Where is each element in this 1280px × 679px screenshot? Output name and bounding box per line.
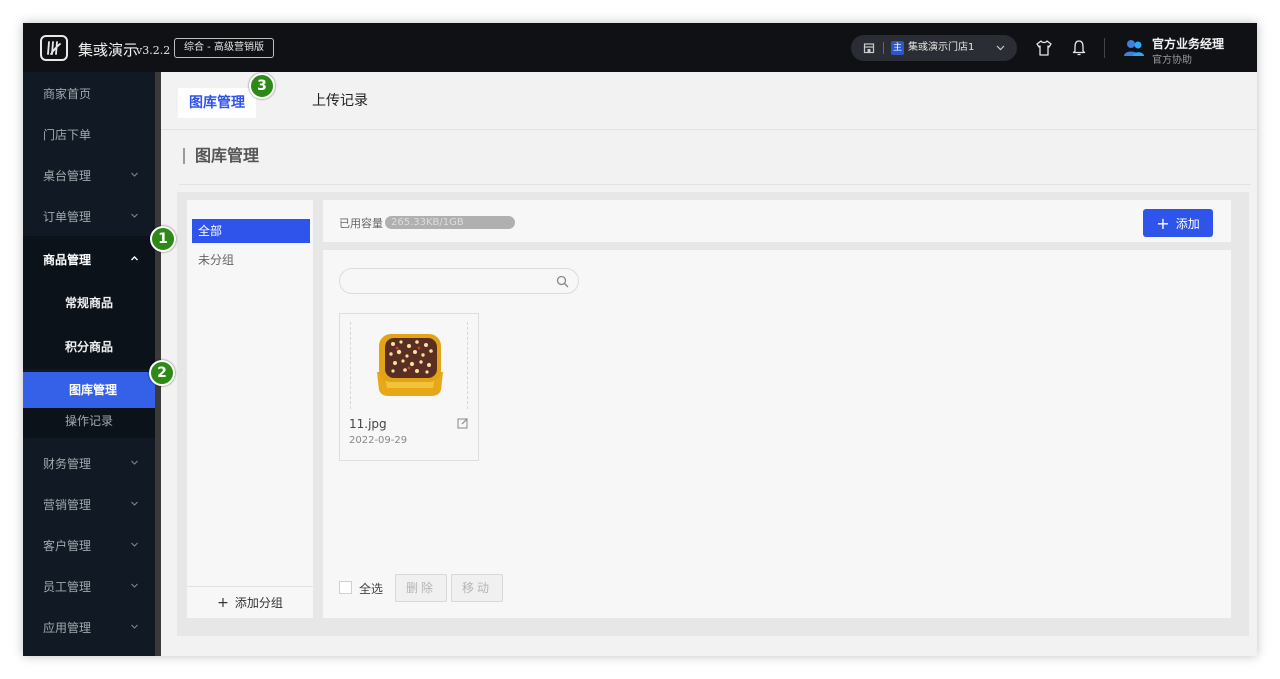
tab-upload-records[interactable]: 上传记录 xyxy=(312,72,368,130)
chevron-down-icon xyxy=(131,624,138,629)
add-image-button[interactable]: + 添加 xyxy=(1143,209,1213,237)
bell-icon[interactable] xyxy=(1070,39,1088,57)
brand-name: 集彧演示 xyxy=(78,41,139,59)
search-input[interactable] xyxy=(339,268,579,294)
plus-icon: + xyxy=(1156,214,1170,233)
group-list: 全部 未分组 + 添加分组 xyxy=(187,200,313,618)
sidebar-item-store-order[interactable]: 门店下单 xyxy=(23,113,155,154)
sidebar-item-label: 客户管理 xyxy=(43,539,92,553)
store-divider xyxy=(883,42,884,54)
select-all-label[interactable]: 全选 xyxy=(359,580,383,597)
user-role: 官方协助 xyxy=(1152,55,1192,66)
move-button[interactable]: 移动 xyxy=(451,574,503,602)
sidebar-item-products[interactable]: 商品管理 xyxy=(23,236,155,281)
image-date: 2022-09-29 xyxy=(349,435,408,446)
callout-badge-3: 3 xyxy=(249,73,275,99)
tshirt-icon[interactable] xyxy=(1035,39,1053,57)
delete-button[interactable]: 删除 xyxy=(395,574,447,602)
sidebar-sub-gallery[interactable]: 图库管理 xyxy=(23,372,163,408)
sidebar-item-finance[interactable]: 财务管理 xyxy=(23,442,155,483)
cake-image xyxy=(377,334,443,396)
capacity-value: 265.33KB/1GB xyxy=(391,217,464,228)
chevron-down-icon xyxy=(131,460,138,465)
add-group-label: 添加分组 xyxy=(234,596,283,610)
sidebar-sub-points-products[interactable]: 积分商品 xyxy=(23,325,155,369)
title-divider xyxy=(179,184,1251,185)
sidebar-item-label: 财务管理 xyxy=(43,457,92,471)
select-all-checkbox[interactable] xyxy=(339,581,352,594)
user-group-icon xyxy=(1124,40,1144,56)
callout-badge-2: 2 xyxy=(149,360,175,386)
sidebar-item-orders[interactable]: 订单管理 xyxy=(23,195,155,236)
page-title: 图库管理 xyxy=(183,148,259,164)
capacity-progress: 265.33KB/1GB xyxy=(385,216,515,229)
add-image-label: 添加 xyxy=(1175,217,1200,231)
sidebar-item-label: 商品管理 xyxy=(43,253,92,267)
store-selector[interactable]: 主 集彧演示门店1 xyxy=(851,35,1017,61)
topbar-divider xyxy=(1104,38,1105,58)
callout-badge-1: 1 xyxy=(150,226,176,252)
store-main-badge: 主 xyxy=(891,41,904,55)
app-window: 集彧演示 v3.2.2 综合 - 高级营销版 主 集彧演示门店1 官方业务经理 … xyxy=(23,23,1257,656)
sidebar-item-label: 门店下单 xyxy=(43,128,92,142)
logo-icon xyxy=(40,35,68,61)
chevron-up-icon xyxy=(131,256,138,261)
chevron-down-icon xyxy=(131,542,138,547)
add-group-button[interactable]: + 添加分组 xyxy=(187,586,313,618)
gallery-panel: 全部 未分组 + 添加分组 已用容量 265.33KB/1GB + 添加 11.… xyxy=(177,192,1249,636)
chevron-down-icon xyxy=(131,501,138,506)
capacity-label: 已用容量 xyxy=(339,217,383,230)
chevron-down-icon xyxy=(996,45,1005,51)
sidebar-item-home[interactable]: 商家首页 xyxy=(23,72,155,113)
tab-gallery[interactable]: 图库管理 xyxy=(178,88,256,118)
image-card[interactable]: 11.jpg 2022-09-29 xyxy=(339,313,479,461)
sidebar-item-label: 商家首页 xyxy=(43,87,92,101)
sidebar-item-customers[interactable]: 客户管理 xyxy=(23,524,155,565)
edition-badge[interactable]: 综合 - 高级营销版 xyxy=(174,38,274,58)
image-filename: 11.jpg xyxy=(349,417,387,431)
sidebar-sub-operation-log[interactable]: 操作记录 xyxy=(23,408,155,438)
sidebar-item-label: 桌台管理 xyxy=(43,169,92,183)
group-all[interactable]: 全部 xyxy=(192,219,310,243)
main-content: 图库管理 上传记录 图库管理 全部 未分组 + 添加分组 已用容量 265.33K… xyxy=(161,72,1257,656)
plus-icon: + xyxy=(217,595,229,611)
version-label: v3.2.2 xyxy=(136,44,171,57)
sidebar-item-staff[interactable]: 员工管理 xyxy=(23,565,155,606)
image-gallery: 11.jpg 2022-09-29 全选 删除 移动 xyxy=(323,250,1231,618)
sidebar-item-label: 员工管理 xyxy=(43,580,92,594)
sidebar-sub-regular-products[interactable]: 常规商品 xyxy=(23,281,155,325)
sidebar-item-label: 应用管理 xyxy=(43,621,92,635)
sidebar-item-marketing[interactable]: 营销管理 xyxy=(23,483,155,524)
group-ungrouped[interactable]: 未分组 xyxy=(192,248,310,272)
sidebar-item-label: 营销管理 xyxy=(43,498,92,512)
chevron-down-icon xyxy=(131,583,138,588)
edit-icon[interactable] xyxy=(457,417,469,429)
top-bar: 集彧演示 v3.2.2 综合 - 高级营销版 主 集彧演示门店1 官方业务经理 … xyxy=(23,23,1257,72)
image-thumbnail[interactable] xyxy=(350,322,468,409)
tab-divider xyxy=(161,129,1257,130)
user-name[interactable]: 官方业务经理 xyxy=(1152,35,1224,52)
store-name: 集彧演示门店1 xyxy=(908,42,975,53)
store-icon xyxy=(863,43,875,54)
chevron-down-icon xyxy=(131,213,138,218)
chevron-down-icon xyxy=(131,172,138,177)
sidebar-item-tables[interactable]: 桌台管理 xyxy=(23,154,155,195)
capacity-bar: 已用容量 265.33KB/1GB + 添加 xyxy=(323,200,1231,242)
sidebar-item-label: 订单管理 xyxy=(43,210,92,224)
sidebar: 商家首页 门店下单 桌台管理 订单管理 商品管理 常规商品 积分商品 图库管理 … xyxy=(23,72,163,656)
search-icon xyxy=(556,275,569,288)
sidebar-item-apps[interactable]: 应用管理 xyxy=(23,606,155,647)
